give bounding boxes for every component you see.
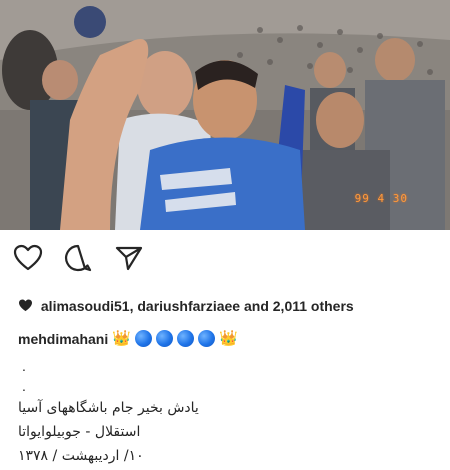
crown-icon: 👑 — [218, 330, 238, 347]
blue-circle-icon — [155, 330, 173, 347]
caption-text-line: ۱۰/ اردیبهشت / ۱۳۷۸ — [18, 448, 144, 464]
blue-circle-icon — [134, 330, 152, 347]
likes-others-count[interactable]: and 2,011 others — [244, 298, 354, 314]
post-photo[interactable]: 99 4 30 — [0, 0, 450, 230]
liked-by-users[interactable]: alimasoudi51, dariushfarziaee — [41, 298, 240, 314]
photo-date-stamp: 99 4 30 — [354, 192, 408, 205]
crown-icon: 👑 — [112, 330, 131, 347]
post-actions-bar — [0, 242, 450, 274]
comment-button[interactable] — [62, 242, 94, 274]
like-button[interactable] — [12, 242, 44, 274]
send-paper-plane-icon — [115, 246, 143, 271]
blue-circle-icon — [176, 330, 194, 347]
share-button[interactable] — [113, 242, 145, 274]
blue-circle-icon — [197, 330, 215, 347]
caption-header: mehdimahani 👑 👑 — [18, 330, 238, 347]
caption-text-line: استقلال - جوبیلوایواتا — [18, 424, 141, 440]
caption-text-line: یادش بخیر جام باشگاههای آسیا — [18, 400, 199, 416]
caption-dot: . — [22, 358, 26, 374]
likes-summary[interactable]: alimasoudi51, dariushfarziaee and 2,011 … — [18, 298, 354, 314]
comment-bubble-icon — [65, 244, 92, 272]
caption-dot: . — [22, 378, 26, 394]
caption-username[interactable]: mehdimahani — [18, 331, 108, 347]
heart-filled-icon — [19, 299, 32, 312]
heart-outline-icon — [13, 244, 43, 271]
